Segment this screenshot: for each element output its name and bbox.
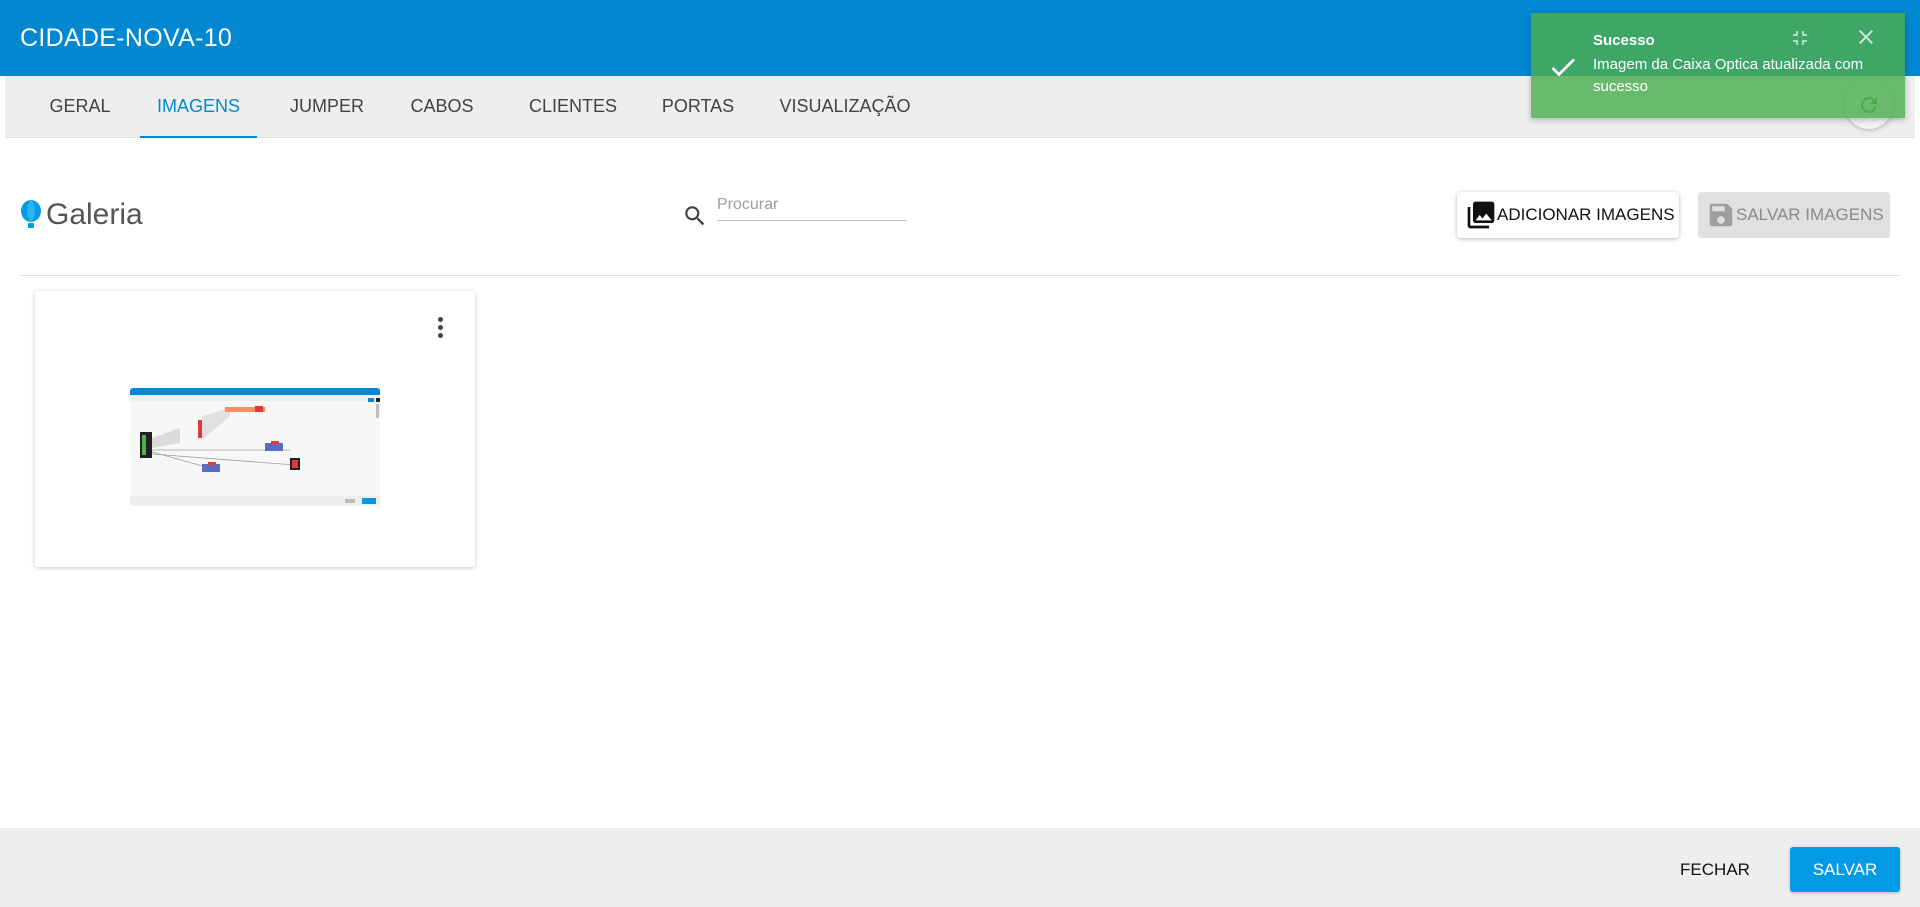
search-input[interactable] — [717, 189, 907, 221]
photo-library-icon — [1467, 201, 1495, 229]
save-images-label: SALVAR IMAGENS — [1736, 205, 1884, 224]
close-icon[interactable] — [1854, 25, 1878, 49]
tab-cabos[interactable]: CABOS — [392, 76, 492, 138]
save-images-button[interactable]: SALVAR IMAGENS — [1698, 192, 1890, 238]
tab-jumper[interactable]: JUMPER — [272, 76, 382, 138]
success-toast[interactable]: Sucesso Imagem da Caixa Optica atualizad… — [1531, 13, 1905, 118]
gallery-title: Galeria — [46, 198, 143, 231]
dialog-title: CIDADE-NOVA-10 — [20, 24, 233, 52]
toast-title: Sucesso — [1593, 32, 1655, 49]
tab-geral[interactable]: GERAL — [25, 76, 135, 138]
save-icon — [1709, 203, 1733, 227]
search-box — [682, 185, 907, 226]
add-images-label: ADICIONAR IMAGENS — [1497, 205, 1675, 224]
toast-message: Imagem da Caixa Optica atualizada com su… — [1593, 56, 1864, 95]
diagram-thumbnail-image — [130, 388, 380, 506]
gallery-divider — [20, 275, 1900, 276]
close-button[interactable]: FECHAR — [1662, 848, 1768, 892]
minimize-icon[interactable] — [1788, 26, 1812, 50]
tab-visualizacao[interactable]: VISUALIZAÇÃO — [770, 76, 920, 138]
tab-imagens[interactable]: IMAGENS — [140, 76, 257, 138]
more-vert-icon[interactable] — [430, 313, 450, 341]
dialog-footer — [0, 828, 1920, 907]
add-images-button[interactable]: ADICIONAR IMAGENS — [1457, 192, 1679, 238]
gallery-header: Galeria — [20, 190, 143, 240]
check-icon — [1551, 58, 1575, 77]
image-thumbnail[interactable] — [130, 388, 380, 506]
search-icon — [685, 206, 705, 226]
save-button[interactable]: SALVAR — [1790, 847, 1900, 892]
image-card[interactable] — [35, 291, 475, 567]
tab-clientes[interactable]: CLIENTES — [513, 76, 633, 138]
balloon-icon — [21, 200, 41, 228]
tab-portas[interactable]: PORTAS — [648, 76, 748, 138]
